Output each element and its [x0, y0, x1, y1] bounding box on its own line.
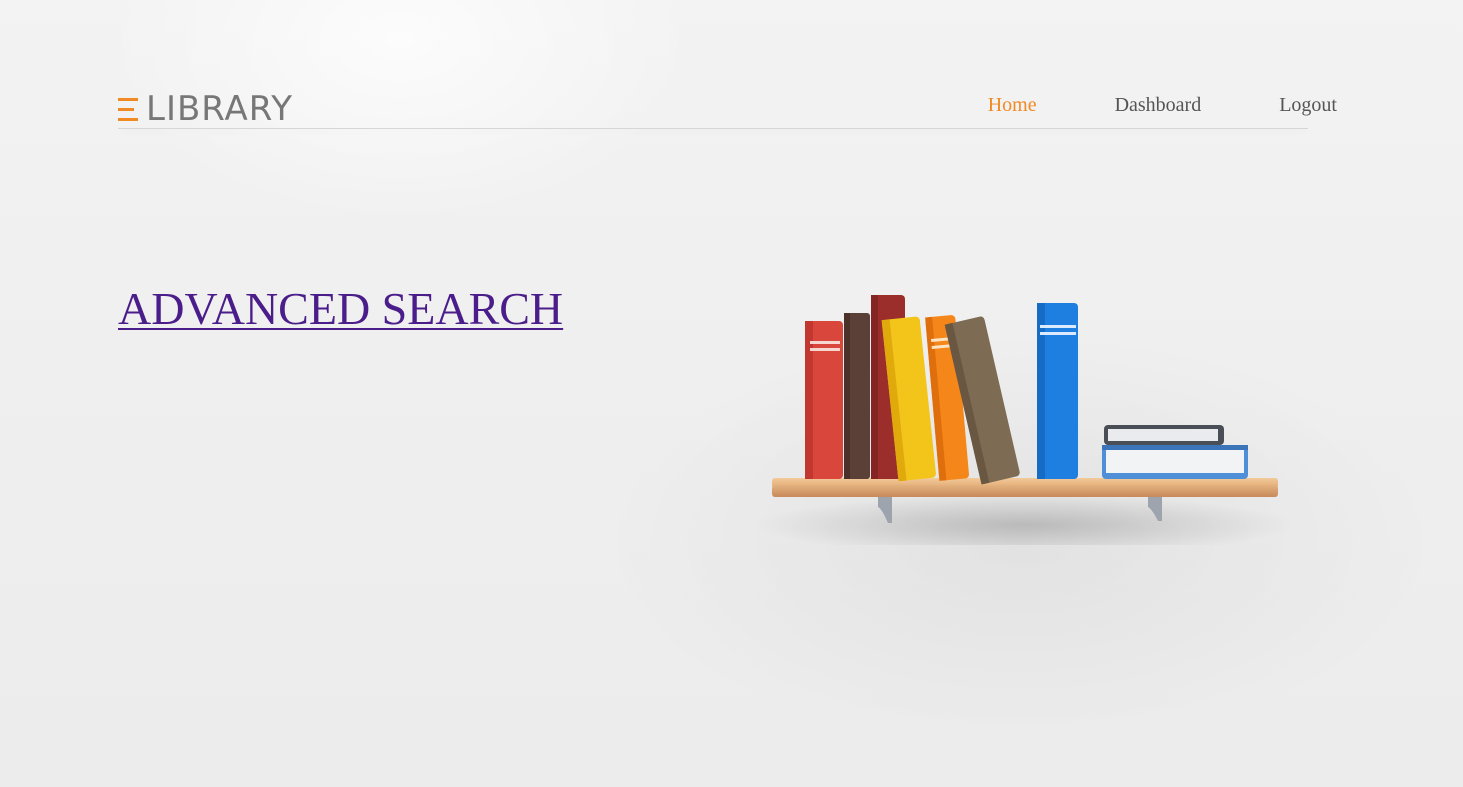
logo-text: LIBRARY — [146, 89, 294, 129]
nav-dashboard-link[interactable]: Dashboard — [1115, 94, 1202, 117]
site-logo[interactable]: LIBRARY — [118, 92, 293, 126]
nav-logout-link[interactable]: Logout — [1279, 94, 1337, 117]
nav-home-link[interactable]: Home — [988, 94, 1037, 117]
advanced-search-link[interactable]: ADVANCED SEARCH — [118, 282, 563, 335]
header-divider — [118, 128, 1308, 129]
logo-e-icon — [118, 95, 138, 123]
books-on-shelf-illustration — [755, 285, 1295, 555]
main-nav: Home Dashboard Logout — [988, 94, 1337, 117]
